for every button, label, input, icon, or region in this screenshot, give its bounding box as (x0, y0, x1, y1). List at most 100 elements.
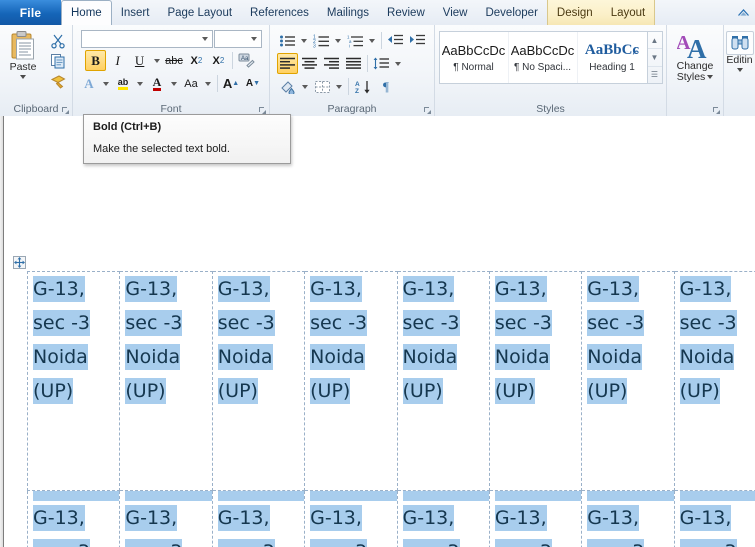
table-cell[interactable]: G-13, sec -3 Noida (UP) (489, 271, 583, 491)
align-left-button[interactable] (276, 53, 298, 74)
tab-file[interactable]: File (0, 0, 61, 25)
editing-button[interactable]: Editin (725, 27, 754, 72)
cell-empty-space[interactable] (310, 408, 396, 490)
change-styles-dialog-launcher-icon[interactable] (712, 106, 721, 115)
style-item-no-spacing[interactable]: AaBbCcDc ¶ No Spaci... (509, 32, 578, 83)
numbering-dropdown-icon[interactable] (333, 30, 344, 51)
italic-button[interactable]: I (107, 50, 128, 71)
table-row[interactable]: G-13, sec -3 Noida (UP) G-13, sec -3 Noi… (26, 271, 755, 491)
font-size-dropdown-icon[interactable] (248, 37, 261, 41)
bullets-dropdown-icon[interactable] (299, 30, 310, 51)
change-styles-dropdown-caret[interactable] (707, 75, 714, 80)
paste-dropdown-caret[interactable] (20, 75, 26, 79)
table-cell[interactable]: G-13, sec -3 Noida (UP) (26, 490, 121, 547)
cell-empty-space[interactable] (495, 408, 581, 490)
table-cell[interactable]: G-13, sec -3 Noida (UP) (304, 490, 398, 547)
format-painter-button[interactable] (48, 72, 68, 90)
justify-button[interactable] (343, 53, 364, 74)
binoculars-find-icon[interactable] (725, 31, 754, 55)
cell-empty-space[interactable] (218, 408, 304, 490)
style-item-heading-1[interactable]: AaBbCɕ Heading 1 (578, 32, 647, 83)
underline-button[interactable]: U (129, 50, 150, 71)
tab-layout[interactable]: Layout (602, 0, 655, 25)
multilevel-list-dropdown-icon[interactable] (367, 30, 378, 51)
clear-formatting-button[interactable]: Aa (236, 50, 257, 71)
grow-font-button[interactable]: A ▲ (221, 73, 242, 94)
cell-empty-space[interactable] (33, 408, 119, 490)
clipboard-dialog-launcher-icon[interactable] (61, 106, 70, 115)
table-move-handle-icon[interactable] (13, 256, 26, 269)
more-styles-icon[interactable]: ☰ (648, 67, 662, 83)
strikethrough-button[interactable]: abc (163, 50, 185, 71)
cell-empty-space[interactable] (403, 408, 489, 490)
borders-button[interactable] (312, 76, 333, 97)
multilevel-list-button[interactable]: 1 a i (345, 30, 366, 51)
document-table[interactable]: G-13, sec -3 Noida (UP) G-13, sec -3 Noi… (26, 271, 755, 547)
tab-review[interactable]: Review (378, 0, 434, 25)
font-color-dropdown-icon[interactable] (169, 73, 180, 94)
tab-mailings[interactable]: Mailings (318, 0, 378, 25)
scroll-down-icon[interactable]: ▼ (647, 49, 662, 67)
document-canvas[interactable]: G-13, sec -3 Noida (UP) G-13, sec -3 Noi… (0, 116, 755, 547)
table-cell[interactable]: G-13, sec -3 Noida (UP) (212, 490, 306, 547)
table-cell[interactable]: G-13, sec -3 Noida (UP) (581, 271, 675, 491)
show-formatting-marks-button[interactable]: ¶ (376, 76, 397, 97)
text-highlight-button[interactable]: ab (113, 73, 134, 94)
table-cell[interactable]: G-13, sec -3 Noida (UP) (397, 490, 490, 547)
copy-button[interactable] (48, 52, 68, 70)
change-case-button[interactable]: Aa (181, 73, 202, 94)
cell-empty-space[interactable] (680, 408, 755, 490)
table-cell[interactable]: G-13, sec -3 Noida (UP) (119, 271, 213, 491)
align-center-button[interactable] (299, 53, 320, 74)
tab-design[interactable]: Design (548, 0, 602, 25)
tab-developer[interactable]: Developer (476, 0, 546, 25)
increase-indent-button[interactable] (407, 30, 428, 51)
numbering-button[interactable]: 1 2 3 (311, 30, 332, 51)
paste-button[interactable]: Paste (1, 29, 45, 90)
cut-button[interactable] (48, 32, 68, 50)
bullets-button[interactable] (277, 30, 298, 51)
style-item-normal[interactable]: AaBbCcDc ¶ Normal (440, 32, 509, 83)
font-name-dropdown-icon[interactable] (199, 37, 212, 41)
line-spacing-button[interactable] (371, 53, 392, 74)
editing-dropdown-caret[interactable] (736, 68, 743, 72)
shading-dropdown-icon[interactable] (300, 76, 311, 97)
table-cell[interactable]: G-13, sec -3 Noida (UP) (674, 490, 755, 547)
underline-dropdown-icon[interactable] (151, 50, 162, 71)
table-cell[interactable]: G-13, sec -3 Noida (UP) (304, 271, 398, 491)
table-cell[interactable]: G-13, sec -3 Noida (UP) (581, 490, 675, 547)
sort-button[interactable]: A Z (352, 76, 375, 97)
table-cell[interactable]: G-13, sec -3 Noida (UP) (674, 271, 755, 491)
shrink-font-button[interactable]: A ▼ (243, 73, 264, 94)
superscript-button[interactable]: X2 (208, 50, 229, 71)
table-cell[interactable]: G-13, sec -3 Noida (UP) (397, 271, 490, 491)
cell-empty-space[interactable] (125, 408, 211, 490)
line-spacing-dropdown-icon[interactable] (393, 53, 404, 74)
table-cell[interactable]: G-13, sec -3 Noida (UP) (119, 490, 213, 547)
text-effects-button[interactable]: A (79, 73, 100, 94)
tab-view[interactable]: View (434, 0, 477, 25)
text-highlight-dropdown-icon[interactable] (135, 73, 146, 94)
table-cell[interactable]: G-13, sec -3 Noida (UP) (26, 271, 121, 491)
shading-button[interactable] (277, 76, 299, 97)
change-styles-button[interactable]: A A Change Styles (677, 27, 714, 83)
font-name-input[interactable] (80, 30, 213, 48)
font-size-input[interactable] (213, 30, 262, 48)
paragraph-dialog-launcher-icon[interactable] (423, 106, 432, 115)
bold-button[interactable]: B (85, 50, 107, 71)
tab-home[interactable]: Home (61, 0, 112, 26)
borders-dropdown-icon[interactable] (334, 76, 345, 97)
table-cell[interactable]: G-13, sec -3 Noida (UP) (212, 271, 306, 491)
table-row[interactable]: G-13, sec -3 Noida (UP) G-13, sec -3 Noi… (26, 490, 755, 547)
tab-references[interactable]: References (241, 0, 318, 25)
table-cell[interactable]: G-13, sec -3 Noida (UP) (489, 490, 583, 547)
scroll-up-icon[interactable]: ▲ (647, 32, 662, 50)
text-effects-dropdown-icon[interactable] (101, 73, 112, 94)
collapse-ribbon-icon[interactable] (731, 0, 755, 25)
font-color-button[interactable]: A (147, 73, 168, 94)
cell-empty-space[interactable] (587, 408, 673, 490)
subscript-button[interactable]: X2 (186, 50, 207, 71)
align-right-button[interactable] (321, 53, 342, 74)
change-case-dropdown-icon[interactable] (203, 73, 214, 94)
tab-page-layout[interactable]: Page Layout (158, 0, 241, 25)
